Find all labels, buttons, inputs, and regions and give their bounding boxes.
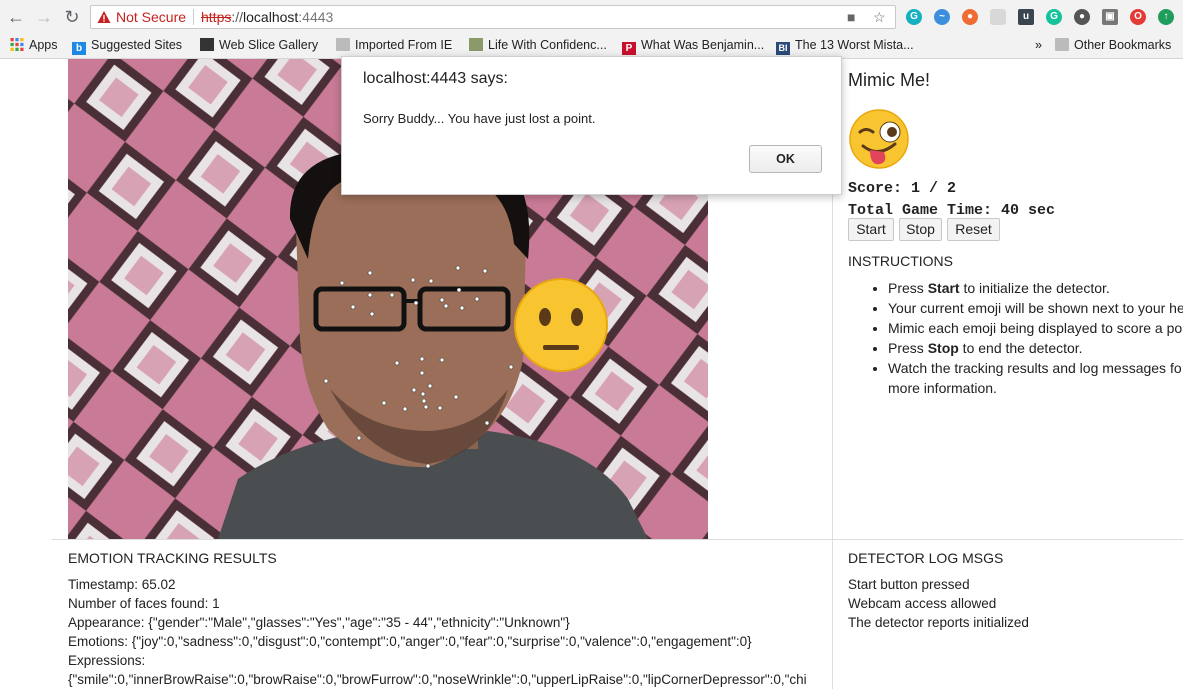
start-button[interactable]: Start bbox=[848, 218, 894, 241]
instructions-list: Press Start to initialize the detector. … bbox=[868, 278, 1183, 398]
omnibox-divider bbox=[193, 9, 194, 25]
instruction-item: Press Start to initialize the detector. bbox=[888, 278, 1183, 298]
bi-favicon-icon: BI bbox=[776, 42, 790, 55]
score-text: Score: 1 / 2 bbox=[848, 180, 957, 197]
forward-arrow-icon[interactable]: → bbox=[34, 7, 54, 27]
grammarly-icon[interactable]: G bbox=[1046, 9, 1062, 25]
bookmark-label: The 13 Worst Mista... bbox=[795, 38, 914, 52]
apps-grid-icon bbox=[10, 38, 24, 51]
p-favicon-icon: P bbox=[622, 42, 636, 55]
instruction-keyword: Stop bbox=[927, 340, 959, 356]
slice-icon bbox=[200, 38, 214, 51]
bookmark-what-was-benjamin[interactable]: P What Was Benjamin... bbox=[622, 38, 764, 55]
game-title: Mimic Me! bbox=[848, 70, 930, 90]
bookmarks-overflow-chevron[interactable]: » bbox=[1035, 38, 1042, 52]
bookmark-label: Life With Confidenc... bbox=[488, 38, 607, 52]
back-arrow-icon[interactable]: ← bbox=[6, 7, 26, 27]
bookmark-apps[interactable]: Apps bbox=[10, 38, 58, 52]
results-list: Timestamp: 65.02 Number of faces found: … bbox=[68, 575, 832, 689]
results-heading: EMOTION TRACKING RESULTS bbox=[68, 550, 277, 566]
bookmark-suggested-sites[interactable]: b Suggested Sites bbox=[72, 38, 182, 55]
stop-button[interactable]: Stop bbox=[899, 218, 942, 241]
neutral-face-emoji bbox=[514, 278, 608, 372]
camera-icon[interactable]: ■ bbox=[847, 9, 855, 25]
bookmark-13-worst-mistakes[interactable]: BI The 13 Worst Mista... bbox=[776, 38, 914, 55]
instruction-text: Watch the tracking results and log messa… bbox=[888, 360, 1182, 376]
bookmark-other-bookmarks[interactable]: Other Bookmarks bbox=[1055, 38, 1171, 52]
url-scheme: https bbox=[201, 9, 232, 25]
instruction-text: to initialize the detector. bbox=[959, 280, 1110, 296]
warning-triangle-icon bbox=[97, 11, 111, 23]
instruction-text: more information. bbox=[888, 380, 997, 396]
extension-capture-icon[interactable]: ▣ bbox=[1102, 9, 1118, 25]
url-port: :4443 bbox=[298, 9, 334, 25]
url-host: localhost bbox=[243, 9, 299, 25]
log-list: Start button pressed Webcam access allow… bbox=[848, 575, 1178, 632]
address-bar[interactable]: Not Secure https://localhost:4443 ■ ☆ bbox=[90, 5, 896, 29]
bookmark-web-slice-gallery[interactable]: Web Slice Gallery bbox=[200, 38, 318, 52]
bing-icon: b bbox=[72, 42, 86, 55]
extension-u-icon[interactable]: u bbox=[1018, 9, 1034, 25]
extension-opera-icon[interactable]: O bbox=[1130, 9, 1146, 25]
extension-g-icon[interactable]: G bbox=[906, 9, 922, 25]
security-label[interactable]: Not Secure bbox=[116, 9, 186, 25]
alert-dialog: localhost:4443 says: Sorry Buddy... You … bbox=[341, 56, 842, 195]
bookmark-imported-from-ie[interactable]: Imported From IE bbox=[336, 38, 452, 52]
log-line: The detector reports initialized bbox=[848, 615, 1029, 630]
dialog-ok-button[interactable]: OK bbox=[749, 145, 822, 173]
instruction-text: Your current emoji will be shown next to… bbox=[888, 300, 1183, 316]
result-line: {"smile":0,"innerBrowRaise":0,"browRaise… bbox=[68, 672, 807, 687]
instruction-text: Press bbox=[888, 280, 928, 296]
extension-upload-icon[interactable]: ↑ bbox=[1158, 9, 1174, 25]
section-divider bbox=[52, 539, 1183, 540]
folder-icon bbox=[1055, 38, 1069, 51]
instruction-text: Mimic each emoji being displayed to scor… bbox=[888, 320, 1183, 336]
bookmark-label: Other Bookmarks bbox=[1074, 38, 1172, 52]
log-line: Start button pressed bbox=[848, 577, 970, 592]
instruction-item: Press Stop to end the detector. bbox=[888, 338, 1183, 358]
extension-pulse-icon[interactable]: ~ bbox=[934, 9, 950, 25]
instruction-text: Press bbox=[888, 340, 928, 356]
result-line: Emotions: {"joy":0,"sadness":0,"disgust"… bbox=[68, 634, 752, 649]
result-line: Number of faces found: 1 bbox=[68, 596, 220, 611]
url-separator: :// bbox=[231, 9, 244, 25]
reload-icon[interactable]: ↻ bbox=[62, 7, 82, 27]
dialog-title: localhost:4443 says: bbox=[363, 70, 508, 87]
dialog-message: Sorry Buddy... You have just lost a poin… bbox=[363, 111, 596, 126]
instruction-item: Your current emoji will be shown next to… bbox=[888, 298, 1183, 318]
site-favicon-icon bbox=[469, 38, 483, 51]
browser-toolbar: ← → ↻ Not Secure https://localhost:4443 … bbox=[0, 0, 1183, 34]
bookmark-label: Suggested Sites bbox=[91, 38, 183, 52]
instruction-keyword: Start bbox=[927, 280, 960, 296]
winking-face-with-tongue-icon bbox=[849, 109, 909, 169]
bookmark-label: Imported From IE bbox=[355, 38, 453, 52]
result-line: Timestamp: 65.02 bbox=[68, 577, 176, 592]
instructions-heading: INSTRUCTIONS bbox=[848, 253, 953, 269]
reset-button[interactable]: Reset bbox=[947, 218, 1000, 241]
bookmark-life-with-confidence[interactable]: Life With Confidenc... bbox=[469, 38, 607, 52]
extension-orange-icon[interactable]: ● bbox=[962, 9, 978, 25]
folder-icon bbox=[336, 38, 350, 51]
star-icon[interactable]: ☆ bbox=[873, 9, 886, 26]
log-line: Webcam access allowed bbox=[848, 596, 997, 611]
result-line: Appearance: {"gender":"Male","glasses":"… bbox=[68, 615, 570, 630]
bookmark-label: Apps bbox=[29, 38, 58, 52]
extension-spy-icon[interactable]: ● bbox=[1074, 9, 1090, 25]
extension-blank-icon[interactable] bbox=[990, 9, 1006, 25]
bookmark-label: What Was Benjamin... bbox=[641, 38, 765, 52]
total-game-time: Total Game Time: 40 sec bbox=[848, 202, 1056, 219]
log-heading: DETECTOR LOG MSGS bbox=[848, 550, 1004, 566]
result-line: Expressions: bbox=[68, 653, 146, 668]
bookmark-label: Web Slice Gallery bbox=[219, 38, 319, 52]
instruction-item: Mimic each emoji being displayed to scor… bbox=[888, 318, 1183, 338]
url-text[interactable]: https://localhost:4443 bbox=[201, 9, 333, 25]
instruction-item: Watch the tracking results and log messa… bbox=[888, 358, 1183, 398]
instruction-text: to end the detector. bbox=[958, 340, 1083, 356]
